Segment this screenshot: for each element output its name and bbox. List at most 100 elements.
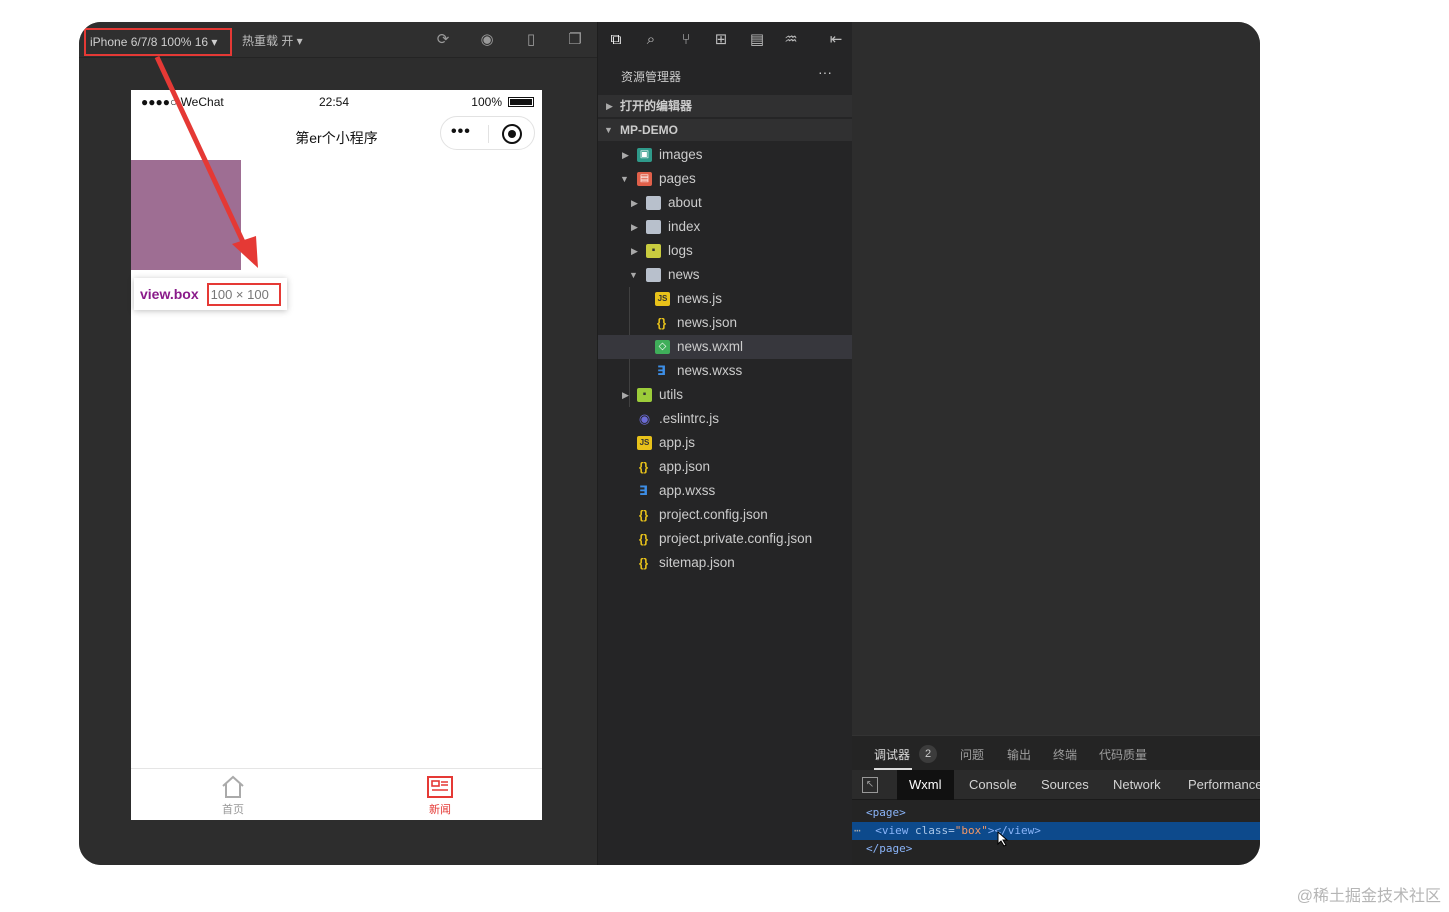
hot-reload-toggle[interactable]: 热重载 开 ▾ (242, 32, 303, 49)
extensions-icon[interactable]: ⊞ (711, 30, 731, 50)
tab-news[interactable]: 新闻 (410, 775, 470, 817)
tab-wxml[interactable]: Wxml (897, 770, 954, 800)
device-select[interactable]: iPhone 6/7/8 100% 16 ▾ (84, 28, 232, 56)
code-line-selected[interactable]: ⋯ <view class="box"></view> (852, 822, 1260, 840)
home-icon (222, 775, 244, 798)
tab-code-quality[interactable]: 代码质量 (1099, 746, 1147, 763)
tree-item-about[interactable]: ▶ about (598, 191, 853, 215)
ellipsis-icon: ⋯ (854, 824, 861, 837)
tree-item-images[interactable]: ▶ ▣ images (598, 143, 853, 167)
docker-icon[interactable]: ♒ (781, 30, 801, 50)
tree-item-label: .eslintrc.js (659, 411, 720, 426)
chevron-down-icon: ▼ (604, 125, 613, 135)
chevron-right-icon: ▶ (631, 198, 638, 208)
project-section[interactable]: ▼ MP-DEMO (598, 119, 853, 141)
news-icon (427, 776, 453, 798)
tooltip-selector: view.box (140, 286, 199, 302)
class-attr: class= (915, 824, 955, 837)
collapse-panel-icon[interactable]: ⇤ (826, 30, 846, 50)
stop-icon[interactable]: ◉ (478, 31, 496, 49)
tree-item-label: news.js (677, 291, 723, 306)
more-dots-icon[interactable]: ••• (451, 123, 471, 141)
js-file-icon: JS (637, 436, 652, 450)
tree-item-label: news (668, 267, 700, 282)
tab-issues[interactable]: 问题 (960, 746, 984, 763)
tree-item-news-json[interactable]: {} news.json (598, 311, 853, 335)
view-open-tag: <view (875, 824, 915, 837)
tab-output[interactable]: 输出 (1007, 746, 1031, 763)
view-box (131, 160, 241, 270)
tree-item-label: about (668, 195, 702, 210)
close-target-icon[interactable] (502, 124, 522, 144)
status-time: 22:54 (319, 95, 350, 109)
tab-terminal[interactable]: 终端 (1053, 746, 1077, 763)
tree-item-label: app.json (659, 459, 711, 474)
wxss-file-icon: ∃ (657, 363, 666, 378)
watermark: @稀土掘金技术社区 (1296, 888, 1441, 905)
tab-sources[interactable]: Sources (1029, 770, 1101, 800)
phone-icon[interactable]: ▯ (522, 31, 540, 49)
folder-utils-icon: ▪ (637, 388, 652, 402)
tree-item-app-js[interactable]: JS app.js (598, 431, 853, 455)
debugger-panel: 调试器 2 问题 输出 终端 代码质量 ↖ Wxml Console Sourc… (852, 735, 1260, 865)
explorer-title: 资源管理器 (621, 70, 682, 84)
tree-item-news-wxss[interactable]: ∃ news.wxss (598, 359, 853, 383)
wxss-file-icon: ∃ (639, 483, 648, 498)
chevron-down-icon: ▼ (629, 270, 638, 280)
tree-item-logs[interactable]: ▶ ▪ logs (598, 239, 853, 263)
view-close-tag: ></view> (987, 824, 1041, 837)
tree-item-label: news.wxss (677, 363, 743, 378)
battery-icon (508, 97, 534, 107)
code-line[interactable]: </page> (852, 840, 1260, 858)
editor-area (852, 22, 1260, 735)
issue-count-badge: 2 (919, 745, 937, 763)
refresh-icon[interactable]: ⟳ (434, 31, 452, 49)
capsule-menu[interactable]: ••• (440, 116, 535, 150)
tree-item-sitemap[interactable]: {} sitemap.json (598, 551, 853, 575)
tree-item-app-json[interactable]: {} app.json (598, 455, 853, 479)
chevron-right-icon: ▶ (622, 390, 629, 400)
tree-item-news[interactable]: ▼ news (598, 263, 853, 287)
inspect-icon[interactable]: ↖ (862, 777, 878, 793)
simulator-area: ●●●●○ WeChat 22:54 100% 第er个小程序 ••• view… (79, 58, 597, 865)
tab-bar: 首页 新闻 (131, 768, 542, 820)
json-file-icon: {} (638, 556, 649, 570)
open-editors-section[interactable]: ▶ 打开的编辑器 (598, 95, 853, 117)
window-icon[interactable]: ❐ (566, 31, 584, 49)
tree-item-news-wxml[interactable]: ◇ news.wxml (598, 335, 853, 359)
wxml-file-icon: ◇ (655, 340, 670, 354)
tab-console[interactable]: Console (957, 770, 1029, 800)
phone-screen: ●●●●○ WeChat 22:54 100% 第er个小程序 ••• view… (131, 90, 542, 820)
source-control-icon[interactable]: ⑂ (676, 30, 696, 50)
files-icon[interactable]: ⧉ (606, 30, 626, 50)
tab-debugger[interactable]: 调试器 (874, 746, 910, 763)
folder-open-icon (646, 268, 661, 282)
tree-item-eslintrc[interactable]: ◉ .eslintrc.js (598, 407, 853, 431)
tree-item-label: sitemap.json (659, 555, 735, 570)
folder-images-icon: ▣ (637, 148, 652, 162)
tree-item-index[interactable]: ▶ index (598, 215, 853, 239)
tab-performance[interactable]: Performance (1176, 770, 1260, 800)
tab-home[interactable]: 首页 (203, 775, 263, 817)
more-icon[interactable]: ··· (818, 64, 832, 80)
tree-item-utils[interactable]: ▶ ▪ utils (598, 383, 853, 407)
tree-item-project-config[interactable]: {} project.config.json (598, 503, 853, 527)
eslint-file-icon: ◉ (638, 411, 651, 426)
debugger-tabs: 调试器 2 问题 输出 终端 代码质量 (852, 736, 1260, 770)
tab-network[interactable]: Network (1101, 770, 1173, 800)
tree-item-app-wxss[interactable]: ∃ app.wxss (598, 479, 853, 503)
tree-item-project-private-config[interactable]: {} project.private.config.json (598, 527, 853, 551)
tree-item-label: project.config.json (659, 507, 768, 522)
code-line[interactable]: <page> (852, 804, 1260, 822)
tree-item-label: app.js (659, 435, 696, 450)
json-file-icon: {} (656, 316, 667, 330)
tree-item-news-js[interactable]: JS news.js (598, 287, 853, 311)
explorer-panel: ⧉ ⌕ ⑂ ⊞ ▤ ♒ ⇤ 资源管理器 ··· ▶ 打开的编辑器 ▼ MP-DE… (597, 22, 853, 865)
tooltip-size: 100 × 100 (206, 282, 281, 306)
chevron-right-icon: ▶ (622, 150, 629, 160)
save-icon[interactable]: ▤ (747, 30, 767, 50)
tree-item-pages[interactable]: ▼ ▤ pages (598, 167, 853, 191)
chevron-right-icon: ▶ (631, 222, 638, 232)
page-close-tag: </page> (866, 842, 913, 855)
search-icon[interactable]: ⌕ (641, 30, 661, 50)
